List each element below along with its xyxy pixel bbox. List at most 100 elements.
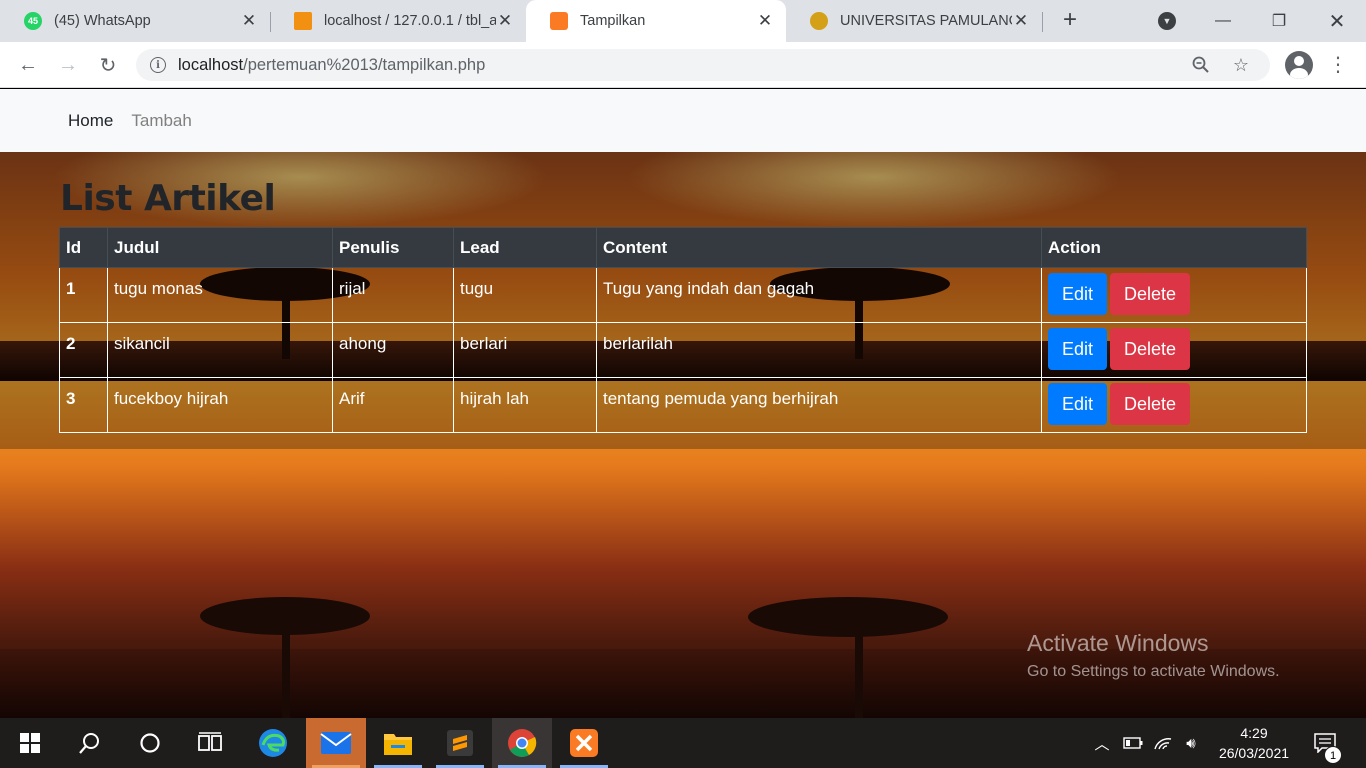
back-icon[interactable]: ← (15, 52, 41, 78)
tab-title: UNIVERSITAS PAMULANG (840, 13, 1012, 29)
clock-time: 4:29 (1240, 725, 1268, 741)
cell-content: Tugu yang indah dan gagah (596, 267, 1042, 323)
chrome-taskbar-item[interactable] (492, 718, 552, 768)
xampp-icon (550, 12, 568, 30)
cell-lead: berlari (453, 322, 597, 378)
cell-lead: hijrah lah (453, 377, 597, 433)
articles-table: Id Judul Penulis Lead Content Action 1 t… (59, 227, 1307, 433)
clock-date: 26/03/2021 (1218, 745, 1290, 761)
battery-icon[interactable] (1120, 718, 1146, 768)
cell-penulis: Arif (332, 377, 454, 433)
close-window-button[interactable]: ✕ (1314, 0, 1360, 42)
tab-search-icon[interactable]: ▼ (1158, 12, 1176, 30)
cell-penulis: rijal (332, 267, 454, 323)
chrome-icon (508, 729, 537, 757)
column-header-penulis: Penulis (332, 227, 454, 268)
page-viewport: Home Tambah List Artikel Id Judul Penuli… (0, 89, 1366, 718)
edit-button[interactable]: Edit (1048, 383, 1108, 425)
column-header-action: Action (1041, 227, 1307, 268)
browser-tab-strip: 45 (45) WhatsApp ✕ localhost / 127.0.0.1… (0, 0, 1366, 42)
edit-button[interactable]: Edit (1048, 273, 1108, 315)
url-path: /pertemuan%2013/tampilkan.php (243, 55, 486, 74)
edge-taskbar-item[interactable] (243, 718, 303, 768)
cell-judul: tugu monas (107, 267, 333, 323)
cell-judul: fucekboy hijrah (107, 377, 333, 433)
cell-lead: tugu (453, 267, 597, 323)
cell-content: tentang pemuda yang berhijrah (596, 377, 1042, 433)
table-row: 3 fucekboy hijrah Arif hijrah lah tentan… (59, 377, 1307, 433)
edit-button[interactable]: Edit (1048, 328, 1108, 370)
notification-count-badge: 1 (1324, 746, 1342, 764)
sublime-text-icon (447, 730, 473, 756)
cortana-icon (140, 733, 160, 753)
column-header-judul: Judul (107, 227, 333, 268)
cell-id: 1 (59, 267, 108, 323)
cell-action: Edit Delete (1041, 267, 1307, 323)
close-icon[interactable]: ✕ (1012, 11, 1030, 30)
task-view-icon (198, 732, 222, 751)
windows-taskbar: ︿ 🔊︎ 4:29 26/03/2021 1 (0, 718, 1366, 768)
cell-penulis: ahong (332, 322, 454, 378)
delete-button[interactable]: Delete (1110, 383, 1191, 425)
xampp-taskbar-item[interactable] (554, 718, 614, 768)
tab-title: localhost / 127.0.0.1 / tbl_a (324, 13, 496, 29)
restore-button[interactable]: ❐ (1256, 0, 1302, 42)
wifi-icon[interactable] (1150, 718, 1176, 768)
start-button[interactable] (0, 718, 60, 768)
column-header-id: Id (59, 227, 108, 268)
search-button[interactable] (60, 718, 120, 768)
watermark-subtitle: Go to Settings to activate Windows. (1027, 663, 1280, 680)
tab-phpmyadmin[interactable]: localhost / 127.0.0.1 / tbl_a ✕ (270, 0, 526, 42)
edge-icon (259, 729, 287, 757)
new-tab-button[interactable]: + (1058, 8, 1082, 33)
zoom-icon[interactable] (1190, 54, 1212, 76)
cell-action: Edit Delete (1041, 322, 1307, 378)
forward-icon[interactable]: → (55, 52, 81, 78)
table-row: 2 sikancil ahong berlari berlarilah Edit… (59, 322, 1307, 378)
site-navbar: Home Tambah (0, 89, 1366, 152)
minimize-button[interactable]: — (1200, 0, 1246, 42)
xampp-icon (570, 729, 598, 757)
tab-tampilkan[interactable]: Tampilkan ✕ (526, 0, 786, 42)
file-explorer-taskbar-item[interactable] (368, 718, 428, 768)
site-info-icon[interactable]: i (150, 57, 166, 73)
tab-whatsapp[interactable]: 45 (45) WhatsApp ✕ (0, 0, 270, 42)
tab-divider (1042, 12, 1043, 32)
show-hidden-icons-chevron-icon[interactable]: ︿ (1090, 718, 1114, 768)
url-host: localhost (178, 55, 244, 74)
mail-icon (320, 732, 352, 754)
column-header-content: Content (596, 227, 1042, 268)
delete-button[interactable]: Delete (1110, 328, 1191, 370)
tab-title: (45) WhatsApp (54, 13, 151, 29)
volume-icon[interactable]: 🔊︎ (1178, 718, 1204, 768)
column-header-lead: Lead (453, 227, 597, 268)
close-icon[interactable]: ✕ (496, 11, 514, 30)
reload-icon[interactable]: ↻ (95, 52, 121, 78)
profile-avatar-icon[interactable] (1285, 51, 1313, 79)
cell-judul: sikancil (107, 322, 333, 378)
table-row: 1 tugu monas rijal tugu Tugu yang indah … (59, 267, 1307, 323)
nav-tambah-link[interactable]: Tambah (131, 111, 191, 131)
page-title: List Artikel (60, 178, 276, 219)
windows-logo-icon (20, 733, 40, 753)
tab-title: Tampilkan (580, 13, 646, 29)
delete-button[interactable]: Delete (1110, 273, 1191, 315)
cortana-button[interactable] (120, 718, 180, 768)
task-view-button[interactable] (180, 718, 240, 768)
tab-universitas[interactable]: UNIVERSITAS PAMULANG ✕ (786, 0, 1042, 42)
close-icon[interactable]: ✕ (756, 11, 774, 30)
sublime-taskbar-item[interactable] (430, 718, 490, 768)
address-bar[interactable]: i localhost/pertemuan%2013/tampilkan.php… (136, 49, 1270, 81)
menu-kebab-icon[interactable]: ⋮ (1328, 54, 1348, 76)
nav-home-link[interactable]: Home (68, 111, 113, 131)
close-icon[interactable]: ✕ (240, 11, 258, 30)
cell-id: 3 (59, 377, 108, 433)
taskbar-clock[interactable]: 4:29 26/03/2021 (1208, 723, 1300, 763)
url-text[interactable]: localhost/pertemuan%2013/tampilkan.php (178, 56, 1190, 75)
phpmyadmin-icon (294, 12, 312, 30)
table-header-row: Id Judul Penulis Lead Content Action (59, 227, 1307, 268)
bookmark-star-icon[interactable]: ☆ (1230, 54, 1252, 76)
search-icon (79, 733, 99, 754)
mail-taskbar-item[interactable] (306, 718, 366, 768)
browser-toolbar: ← → ↻ i localhost/pertemuan%2013/tampilk… (0, 42, 1366, 88)
